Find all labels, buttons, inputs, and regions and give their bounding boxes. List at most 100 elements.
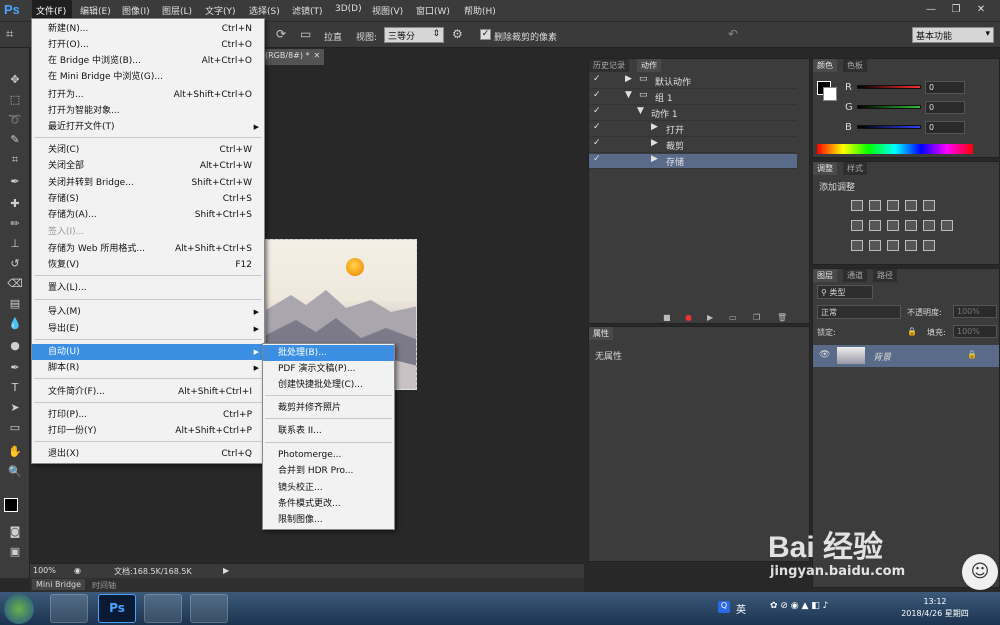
opacity-input[interactable]: 100%: [953, 305, 997, 318]
tab-actions[interactable]: 动作: [637, 59, 661, 72]
straighten-icon[interactable]: ▭: [300, 27, 316, 43]
check-icon[interactable]: ✓: [593, 106, 601, 116]
check-icon[interactable]: ✓: [593, 122, 601, 132]
eyedropper-icon[interactable]: ✒: [6, 174, 24, 190]
healing-brush-icon[interactable]: ✚: [6, 196, 24, 212]
close-icon[interactable]: ✕: [314, 51, 321, 60]
channel-mixer-icon[interactable]: [923, 220, 935, 231]
brightness-icon[interactable]: [851, 200, 863, 211]
menu-3d[interactable]: 3D(D): [335, 4, 362, 18]
delete-cropped-checkbox[interactable]: ✓: [480, 29, 491, 40]
selective-color-icon[interactable]: [923, 240, 935, 251]
tab-timeline[interactable]: 时间轴: [92, 580, 116, 591]
action-row[interactable]: ✓ ▶ 打开: [589, 122, 797, 137]
submenu-item-batch[interactable]: 批处理(B)...: [263, 345, 394, 361]
check-icon[interactable]: ✓: [593, 74, 601, 84]
menu-item-save-for-web[interactable]: 存储为 Web 所用格式... Alt+Shift+Ctrl+S: [32, 241, 264, 257]
quick-mask-icon[interactable]: ◙: [6, 524, 24, 540]
brush-tool-icon[interactable]: ✏: [6, 216, 24, 232]
blend-mode-select[interactable]: 正常: [817, 305, 901, 319]
menu-type[interactable]: 文字(Y): [205, 4, 236, 18]
menu-image[interactable]: 图像(I): [122, 4, 150, 18]
ime-language[interactable]: 英: [736, 601, 746, 616]
collapse-arrow-icon[interactable]: ▼: [625, 90, 632, 100]
menu-filter[interactable]: 滤镜(T): [292, 4, 323, 18]
crop-tool-icon[interactable]: ⌗: [6, 152, 24, 168]
expand-arrow-icon[interactable]: ▶: [651, 154, 658, 164]
menu-item-exit[interactable]: 退出(X) Ctrl+Q: [32, 446, 264, 462]
menu-item-open-smart-object[interactable]: 打开为智能对象...: [32, 103, 264, 119]
menu-item-open-as[interactable]: 打开为... Alt+Shift+Ctrl+O: [32, 87, 264, 103]
new-action-icon[interactable]: ❐: [753, 313, 760, 322]
vibrance-icon[interactable]: [923, 200, 935, 211]
reset-icon[interactable]: ↶: [728, 27, 738, 41]
menu-help[interactable]: 帮助(H): [464, 4, 496, 18]
submenu-item-fit-image[interactable]: 限制图像...: [263, 512, 394, 528]
tab-mini-bridge[interactable]: Mini Bridge: [32, 579, 86, 590]
menu-item-browse-bridge[interactable]: 在 Bridge 中浏览(B)... Alt+Ctrl+O: [32, 53, 264, 69]
restore-button[interactable]: ❐: [945, 2, 967, 18]
history-brush-icon[interactable]: ↺: [6, 256, 24, 272]
menu-item-print-one[interactable]: 打印一份(Y) Alt+Shift+Ctrl+P: [32, 423, 264, 439]
menu-item-revert[interactable]: 恢复(V) F12: [32, 257, 264, 273]
explorer-task-icon[interactable]: [144, 594, 182, 623]
menu-item-save[interactable]: 存储(S) Ctrl+S: [32, 191, 264, 207]
view-select[interactable]: 三等分 ⇕: [384, 27, 444, 43]
menu-view[interactable]: 视图(V): [372, 4, 403, 18]
quick-select-icon[interactable]: ✎: [6, 132, 24, 148]
dodge-tool-icon[interactable]: ●: [6, 338, 24, 354]
fill-input[interactable]: 100%: [953, 325, 997, 338]
check-icon[interactable]: ✓: [593, 90, 601, 100]
stamp-tool-icon[interactable]: ⊥: [6, 236, 24, 252]
start-button[interactable]: [4, 594, 34, 624]
pen-tool-icon[interactable]: ✒: [6, 360, 24, 376]
lock-icon[interactable]: 🔒: [907, 327, 917, 336]
tray-icons[interactable]: ✿ ⊘ ◉ ▲ ◧ ♪: [770, 601, 828, 611]
move-tool-icon[interactable]: ✥: [6, 72, 24, 88]
zoom-level[interactable]: 100%: [33, 566, 56, 575]
marquee-tool-icon[interactable]: ⬚: [6, 92, 24, 108]
photo-filter-icon[interactable]: [905, 220, 917, 231]
clock[interactable]: 13:12 2018/4/26 星期四: [900, 596, 970, 620]
black-white-icon[interactable]: [887, 220, 899, 231]
color-spectrum[interactable]: [817, 144, 973, 154]
color-balance-icon[interactable]: [869, 220, 881, 231]
status-arrow-icon[interactable]: ▶: [223, 566, 229, 575]
threshold-icon[interactable]: [887, 240, 899, 251]
straighten-label[interactable]: 拉直: [324, 30, 342, 43]
green-slider[interactable]: [857, 105, 921, 109]
tab-color[interactable]: 颜色: [813, 59, 837, 72]
tab-channels[interactable]: 通道: [843, 269, 867, 282]
status-info-icon[interactable]: ◉: [74, 566, 81, 575]
tab-styles[interactable]: 样式: [843, 162, 867, 175]
gradient-tool-icon[interactable]: ▤: [6, 296, 24, 312]
blue-slider[interactable]: [857, 125, 921, 129]
curves-icon[interactable]: [887, 200, 899, 211]
action-row[interactable]: ✓ ▼ 动作 1: [589, 106, 797, 121]
exposure-icon[interactable]: [905, 200, 917, 211]
hand-tool-icon[interactable]: ✋: [6, 444, 24, 460]
submenu-item-crop-straighten[interactable]: 裁剪并修齐照片: [263, 400, 394, 416]
trash-icon[interactable]: 🗑: [777, 313, 787, 322]
green-value[interactable]: 0: [925, 101, 965, 114]
minimize-button[interactable]: —: [920, 2, 942, 18]
lasso-tool-icon[interactable]: ➰: [6, 112, 24, 128]
menu-item-new[interactable]: 新建(N)... Ctrl+N: [32, 21, 264, 37]
blur-tool-icon[interactable]: 💧: [6, 316, 24, 332]
crop-tool-icon[interactable]: ⌗: [6, 27, 22, 43]
menu-layer[interactable]: 图层(L): [162, 4, 192, 18]
menu-item-close-all[interactable]: 关闭全部 Alt+Ctrl+W: [32, 158, 264, 174]
check-icon[interactable]: ✓: [593, 154, 601, 164]
screen-mode-icon[interactable]: ▣: [6, 544, 24, 560]
menu-item-close-goto-bridge[interactable]: 关闭并转到 Bridge... Shift+Ctrl+W: [32, 175, 264, 191]
menu-item-export[interactable]: 导出(E) ▶: [32, 321, 264, 337]
shape-tool-icon[interactable]: ▭: [6, 420, 24, 436]
submenu-item-pdf-presentation[interactable]: PDF 演示文稿(P)...: [263, 361, 394, 377]
close-button[interactable]: ✕: [970, 2, 992, 18]
hue-saturation-icon[interactable]: [851, 220, 863, 231]
tab-layers[interactable]: 图层: [813, 269, 837, 282]
document-tab[interactable]: (RGB/8#) * ✕: [262, 49, 324, 65]
menu-item-automate[interactable]: 自动(U) ▶: [32, 344, 264, 360]
menu-item-browse-mini-bridge[interactable]: 在 Mini Bridge 中浏览(G)...: [32, 69, 264, 85]
type-tool-icon[interactable]: T: [6, 380, 24, 396]
